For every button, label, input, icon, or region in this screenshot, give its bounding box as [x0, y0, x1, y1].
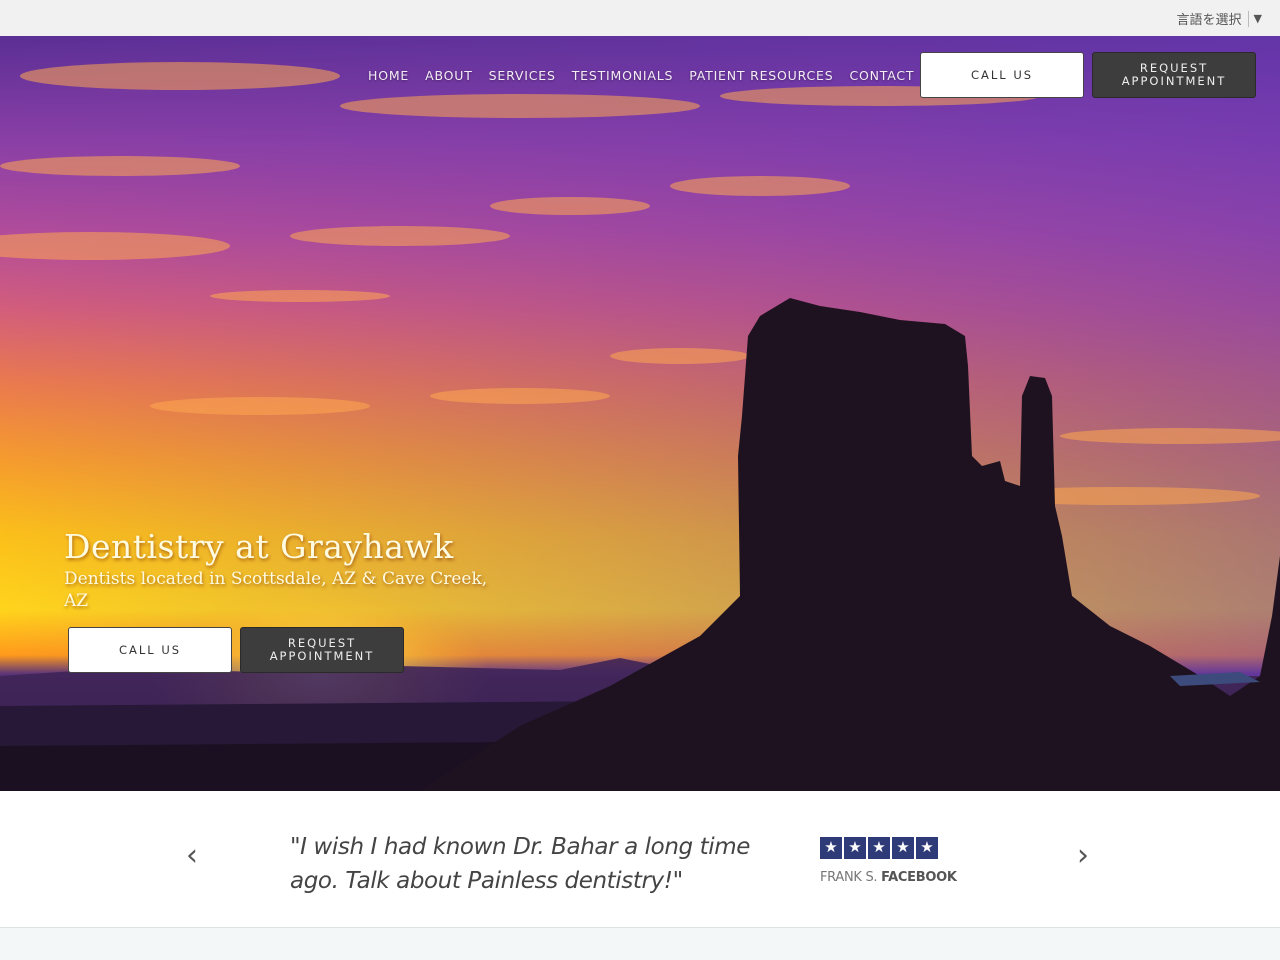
header-request-appointment-button[interactable]: REQUEST APPOINTMENT	[1092, 52, 1256, 98]
hero-request-label-line2: APPOINTMENT	[269, 649, 375, 663]
nav-item-services[interactable]: SERVICES	[489, 68, 556, 83]
nav-item-home[interactable]: HOME	[368, 68, 409, 83]
testimonial-quote: "I wish I had known Dr. Bahar a long tim…	[290, 834, 750, 894]
hero-banner: HOME ABOUT SERVICES TESTIMONIALS PATIENT…	[0, 36, 1280, 791]
hero-subtitle: Dentists located in Scottsdale, AZ & Cav…	[64, 569, 488, 611]
nav-item-patient-resources[interactable]: PATIENT RESOURCES	[689, 68, 833, 83]
hero-request-appointment-button[interactable]: REQUEST APPOINTMENT	[240, 627, 404, 673]
language-selector[interactable]: 言語を選択 ▼	[1177, 9, 1262, 28]
divider	[1247, 10, 1249, 27]
chevron-right-icon[interactable]: ›	[1077, 841, 1089, 871]
star-icon: ★	[820, 837, 842, 859]
hero-call-us-button[interactable]: CALL US	[68, 627, 232, 673]
hero-background-image	[0, 36, 1280, 791]
main-nav: HOME ABOUT SERVICES TESTIMONIALS PATIENT…	[368, 68, 930, 83]
star-rating: ★ ★ ★ ★ ★	[820, 837, 938, 859]
testimonial-carousel: ‹ "I wish I had known Dr. Bahar a long t…	[0, 791, 1280, 928]
hero-call-us-label: CALL US	[118, 642, 182, 657]
author-name: FRANK S.	[820, 870, 882, 885]
review-source: FACEBOOK	[881, 870, 957, 885]
header-call-us-button[interactable]: CALL US	[920, 52, 1084, 98]
chevron-left-icon[interactable]: ‹	[186, 841, 198, 871]
hero-title: Dentistry at Grayhawk	[64, 527, 454, 566]
header-request-label-line2: APPOINTMENT	[1121, 74, 1227, 88]
star-icon: ★	[844, 837, 866, 859]
nav-item-about[interactable]: ABOUT	[425, 68, 473, 83]
testimonial-author: FRANK S. FACEBOOK	[820, 870, 957, 885]
language-selector-label: 言語を選択	[1176, 13, 1242, 28]
top-bar: 言語を選択 ▼	[0, 0, 1280, 36]
dropdown-arrow-icon: ▼	[1253, 12, 1262, 25]
star-icon: ★	[892, 837, 914, 859]
nav-item-contact[interactable]: CONTACT	[849, 68, 914, 83]
page-footer-band	[0, 929, 1280, 960]
header-call-us-label: CALL US	[970, 67, 1034, 82]
star-icon: ★	[868, 837, 890, 859]
hero-headline: Dentistry at Grayhawk Dentists located i…	[64, 526, 504, 612]
nav-item-testimonials[interactable]: TESTIMONIALS	[572, 68, 674, 83]
star-icon: ★	[916, 837, 938, 859]
